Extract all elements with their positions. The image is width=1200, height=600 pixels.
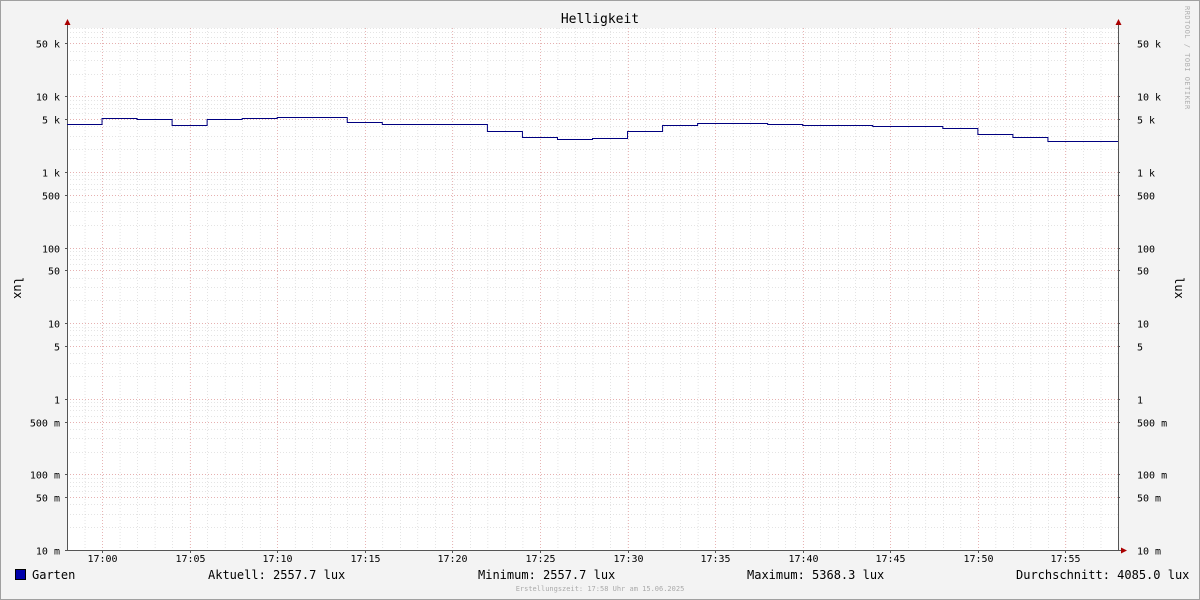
x-tick-label: 17:45 [875,554,905,565]
x-tick-label: 17:55 [1050,554,1080,565]
y-tick-label-left: 1 [54,396,60,407]
y-tick-label-right: 50 m [1137,494,1161,505]
legend-average: Durchschnitt: 4085.0 lux [1016,568,1190,582]
y-tick-label-left: 500 m [30,419,60,430]
y-tick-label-right: 100 [1137,245,1155,256]
y-tick-label-left: 50 [48,267,60,278]
x-tick-label: 17:40 [788,554,818,565]
legend-entry-garten: Garten [15,568,75,582]
x-tick-label: 17:25 [525,554,555,565]
y-tick-label-left: 500 [42,192,60,203]
x-tick-label: 17:05 [175,554,205,565]
y-tick-label-left: 10 [48,320,60,331]
x-tick-label: 17:00 [87,554,117,565]
y-tick-label-right: 10 k [1137,93,1161,104]
y-tick-label-left: 50 k [36,40,60,51]
x-tick-label: 17:20 [437,554,467,565]
y-tick-label-right: 50 [1137,267,1149,278]
y-axis-label-left: lux [11,277,25,299]
x-axis-arrow [1121,547,1127,554]
legend-maximum: Maximum: 5368.3 lux [747,568,885,582]
legend-swatch [15,569,26,580]
legend-series-name: Garten [32,568,76,582]
y-tick-label-left: 10 k [36,93,60,104]
y-tick-label-right: 10 m [1137,547,1161,558]
chart-title: Helligkeit [561,12,639,27]
x-tick-label: 17:50 [963,554,993,565]
y-tick-label-left: 50 m [36,494,60,505]
y-tick-label-left: 10 m [36,547,60,558]
chart: 10 m 10 m 50 m 50 m 100 m 100 m 500 m 500 m 1 1 5 5… [11,12,1186,565]
y-tick-label-right: 500 [1137,192,1155,203]
plot-area [67,28,1118,550]
y-tick-label-right: 5 k [1137,116,1155,127]
y-tick-label-left: 100 [42,245,60,256]
y-tick-label-right: 1 [1137,396,1143,407]
y-tick-label-right: 100 m [1137,471,1167,482]
x-tick-label: 17:10 [262,554,292,565]
y-tick-label-right: 500 m [1137,419,1167,430]
legend-current: Aktuell: 2557.7 lux [208,568,346,582]
y-tick-label-left: 5 k [42,116,60,127]
y-axis-label-right: lux [1172,277,1186,299]
y-tick-label-right: 50 k [1137,40,1161,51]
y-tick-label-left: 100 m [30,471,60,482]
x-tick-label: 17:15 [350,554,380,565]
y-axis-arrow-left [64,19,71,25]
x-tick-label: 17:30 [613,554,643,565]
x-tick-label: 17:35 [700,554,730,565]
y-tick-label-right: 10 [1137,320,1149,331]
y-tick-label-right: 5 [1137,343,1143,354]
y-tick-label-right: 1 k [1137,169,1155,180]
rrdtool-watermark: RRDTOOL / TOBI OETIKER [1183,6,1191,110]
creation-time: Erstellungszeit: 17:58 Uhr am 15.06.2025 [515,585,685,593]
y-axis-arrow-right [1115,19,1122,25]
y-tick-label-left: 1 k [42,169,60,180]
y-tick-label-left: 5 [54,343,60,354]
legend-minimum: Minimum: 2557.7 lux [478,568,616,582]
